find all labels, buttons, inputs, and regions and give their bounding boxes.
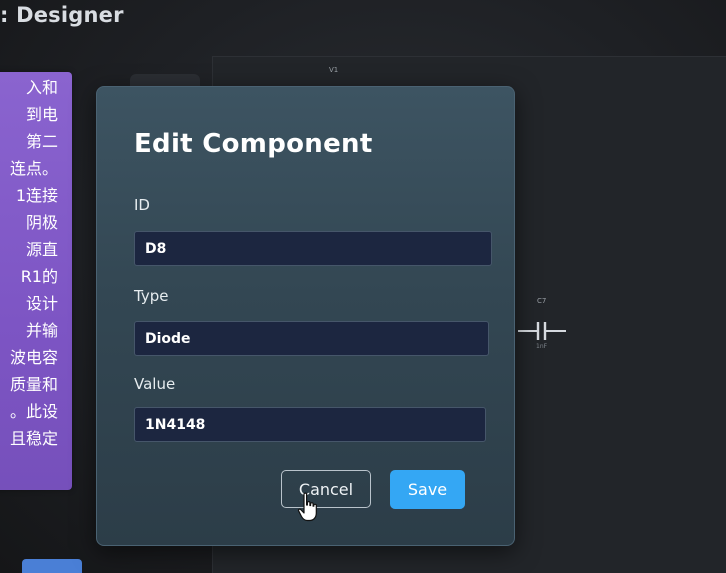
description-line: R1的 bbox=[20, 267, 58, 286]
description-line: 1连接 bbox=[15, 186, 58, 205]
description-line: 设计 bbox=[25, 294, 58, 313]
description-line: 。此设 bbox=[9, 402, 58, 421]
value-input[interactable] bbox=[134, 407, 486, 442]
component-value-c7: 1nF bbox=[536, 343, 548, 350]
cancel-button[interactable]: Cancel bbox=[281, 470, 371, 508]
capacitor-symbol-icon[interactable] bbox=[518, 320, 566, 342]
app-title: : Designer bbox=[0, 3, 124, 27]
description-line: 并输 bbox=[25, 321, 58, 340]
type-input[interactable] bbox=[134, 321, 489, 356]
edit-component-dialog: Edit Component ID Type Value Cancel Save bbox=[96, 86, 515, 546]
value-label: Value bbox=[134, 375, 176, 393]
id-label: ID bbox=[134, 196, 150, 214]
component-label-v1[interactable]: V1 bbox=[329, 66, 338, 74]
description-line: 质量和 bbox=[9, 375, 58, 394]
description-text: 入和 到电 第二 连点。 1连接 阴极 源直 R1的 设计 并输 波电容 质量和… bbox=[0, 74, 58, 452]
id-input[interactable] bbox=[134, 231, 492, 266]
description-line: 且稳定 bbox=[9, 429, 58, 448]
description-line: 入和 bbox=[25, 78, 58, 97]
hand-pointer-icon bbox=[297, 492, 317, 522]
description-line: 连点。 bbox=[9, 159, 58, 178]
description-panel: 入和 到电 第二 连点。 1连接 阴极 源直 R1的 设计 并输 波电容 质量和… bbox=[0, 72, 72, 490]
bottom-action-button[interactable] bbox=[22, 559, 82, 573]
save-button[interactable]: Save bbox=[390, 470, 465, 509]
description-line: 波电容 bbox=[9, 348, 58, 367]
description-line: 阴极 bbox=[25, 213, 58, 232]
description-line: 第二 bbox=[25, 132, 58, 151]
description-line: 到电 bbox=[25, 105, 58, 124]
dialog-title: Edit Component bbox=[134, 129, 373, 159]
screen: : Designer 入和 到电 第二 连点。 1连接 阴极 源直 R1的 设计… bbox=[0, 0, 726, 573]
description-line: 源直 bbox=[25, 240, 58, 259]
component-label-c7[interactable]: C7 bbox=[537, 297, 546, 305]
type-label: Type bbox=[134, 287, 169, 305]
